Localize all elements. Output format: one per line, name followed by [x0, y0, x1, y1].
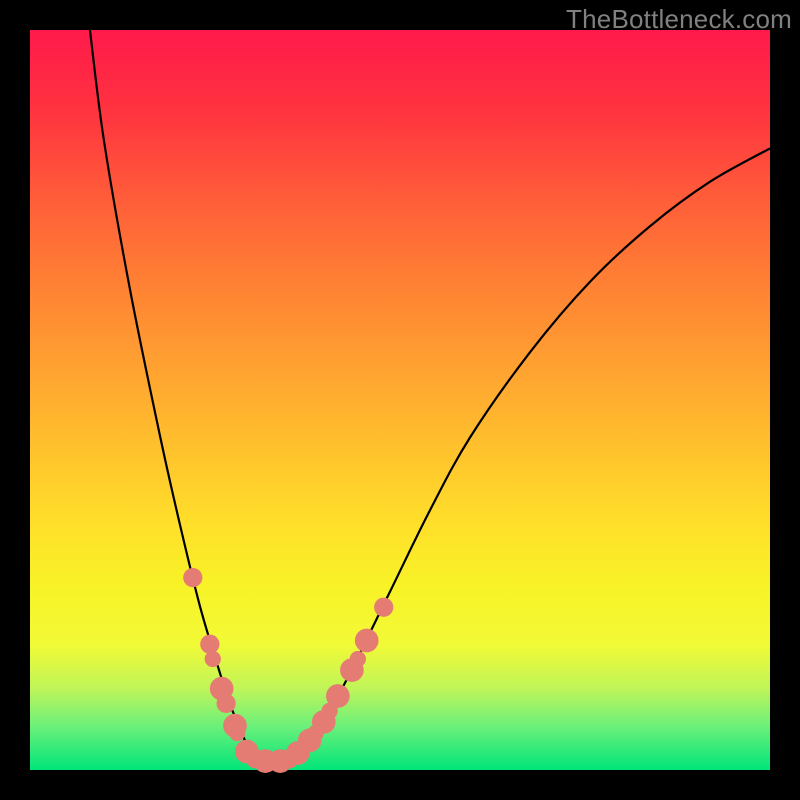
marker-dot [200, 635, 219, 654]
marker-dot [326, 684, 350, 708]
curve-path [90, 30, 770, 763]
markers-group [183, 568, 393, 773]
marker-dot [229, 725, 245, 741]
marker-dot [216, 694, 235, 713]
plot-area [30, 30, 770, 770]
marker-dot [350, 651, 366, 667]
chart-svg [30, 30, 770, 770]
marker-dot [183, 568, 202, 587]
marker-dot [374, 598, 393, 617]
marker-dot [355, 629, 379, 653]
marker-dot [205, 651, 221, 667]
chart-frame: TheBottleneck.com [0, 0, 800, 800]
